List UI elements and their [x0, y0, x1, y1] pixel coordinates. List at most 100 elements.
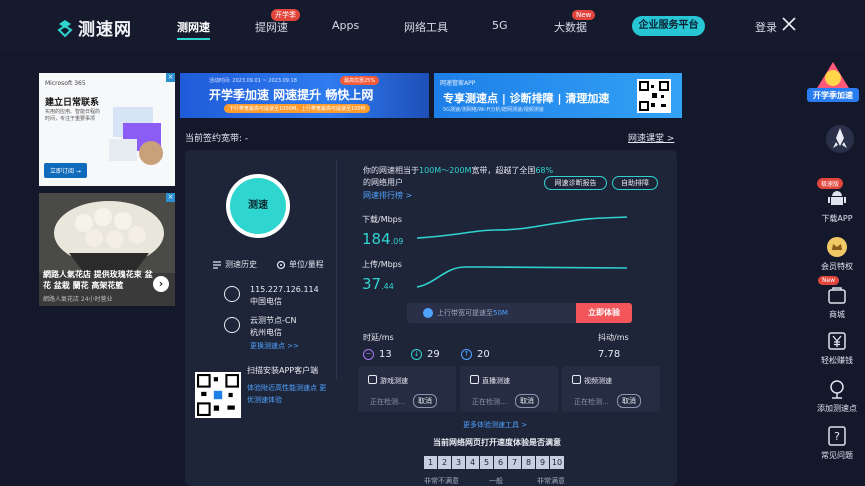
- upload-boost-bar: 上行带宽可提速至50M 立即体验: [407, 303, 632, 323]
- yen-icon: [828, 332, 846, 350]
- enterprise-button[interactable]: 企业服务平台: [632, 16, 705, 36]
- arrow-down-icon: ↓: [411, 349, 422, 360]
- help-icon: ?: [828, 426, 846, 446]
- ad-speed-app[interactable]: 网速管家APP 专享测速点 | 诊断排障 | 清理加速 5G测速/测网络/Wi-…: [434, 73, 682, 118]
- right-sidebar: 开学季加速 极速版 下载APP 会员特权 New 商城 轻松赚钱 添加测速点 ?…: [807, 58, 859, 486]
- cancel-button[interactable]: 取消: [617, 394, 641, 408]
- sidebar-mall[interactable]: New 商城: [807, 276, 865, 320]
- history-icon: [213, 260, 221, 269]
- nav-apps[interactable]: Apps: [332, 19, 359, 32]
- jitter-title: 抖动/ms: [598, 333, 629, 342]
- units-link[interactable]: 单位/量程: [276, 259, 324, 270]
- ad-close-icon[interactable]: ×: [166, 193, 175, 202]
- contract-bandwidth: 当前签约宽带: -: [185, 134, 249, 144]
- rating-option[interactable]: 4: [466, 456, 479, 469]
- test-name: 直播测速: [482, 377, 510, 385]
- ip-icon: [224, 286, 240, 302]
- self-repair-button[interactable]: 自助排障: [612, 176, 658, 190]
- ad-microsoft365[interactable]: × Microsoft 365 建立日常联系 实用的应用、智能日程的时间，专注于…: [39, 73, 175, 186]
- result-prefix: 你的网速相当于: [363, 166, 419, 175]
- top-nav: 测速网 测网速 开学季 提网速 Apps 网络工具 5G New 大数据 企业服…: [0, 0, 865, 52]
- rank-link[interactable]: 网速排行榜 >: [363, 190, 412, 201]
- ad-headline: 建立日常联系: [45, 98, 100, 108]
- ad-close-icon[interactable]: ×: [166, 73, 175, 82]
- boost-text-pre: 上行带宽可提速至: [437, 309, 493, 317]
- rating-option[interactable]: 9: [536, 456, 549, 469]
- close-icon[interactable]: [781, 16, 797, 32]
- shop-icon: [828, 287, 846, 304]
- login-link[interactable]: 登录: [755, 19, 777, 35]
- download-dec: .09: [390, 237, 404, 246]
- sidebar-label: 会员特权: [821, 262, 853, 271]
- latency-idle: ~13: [363, 349, 392, 360]
- app-qr-title: 扫描安装APP客户端: [247, 366, 319, 375]
- change-node-link[interactable]: 更换测速点 >>: [250, 341, 299, 351]
- ad-desc: 实用的应用、智能日程的时间，专注于重要事项: [45, 109, 101, 122]
- cancel-button[interactable]: 取消: [413, 394, 437, 408]
- ad-screens-image: [109, 107, 163, 165]
- nav-tools[interactable]: 网络工具: [404, 19, 448, 35]
- rating-option[interactable]: 6: [494, 456, 507, 469]
- rating-option[interactable]: 10: [550, 456, 564, 469]
- sidebar-faq[interactable]: ? 常见问题: [807, 425, 865, 461]
- rating-option[interactable]: 1: [424, 456, 437, 469]
- ad-flower-shop[interactable]: × 網路人氣花店 提供玫瑰花束 盆花 盆栽 蘭花 高架花籃 網路人氣花店 24小…: [39, 193, 175, 306]
- rating-option[interactable]: 3: [452, 456, 465, 469]
- nav-speedtest[interactable]: 测网速: [177, 19, 210, 40]
- cancel-button[interactable]: 取消: [515, 394, 539, 408]
- upload-dec: .44: [381, 282, 394, 291]
- rating-option[interactable]: 7: [508, 456, 521, 469]
- sidebar-download-app[interactable]: 极速版 下载APP: [807, 178, 865, 224]
- try-now-button[interactable]: 立即体验: [576, 303, 632, 323]
- rating-option[interactable]: 5: [480, 456, 493, 469]
- sidebar-vip[interactable]: 会员特权: [807, 236, 865, 272]
- ad-shop: 網路人氣花店 24小时营业: [43, 296, 113, 303]
- nav-5g[interactable]: 5G: [492, 19, 508, 32]
- ad-date: 活动时间: 2023.09.01 ~ 2023.09.18: [209, 78, 297, 84]
- flower-photo: [39, 193, 175, 273]
- test-status: 正在检测…: [574, 398, 609, 406]
- app-qr-desc[interactable]: 体验附近高性能测速点 更优测速体验: [247, 382, 327, 406]
- ip-info: 115.227.126.114 中国电信: [224, 284, 334, 306]
- video-icon: [572, 375, 581, 384]
- game-test-card: 游戏测速 正在检测… 取消: [358, 366, 456, 412]
- history-link[interactable]: 测速历史: [212, 259, 257, 270]
- nav-bigdata[interactable]: 大数据: [554, 19, 587, 35]
- sidebar-add-node[interactable]: 添加测速点: [807, 378, 865, 414]
- rating-option[interactable]: 2: [438, 456, 451, 469]
- ad-caption: 網路人氣花店 提供玫瑰花束 盆花 盆栽 蘭花 高架花籃: [43, 270, 153, 290]
- promo-banner[interactable]: 开学季加速: [807, 58, 859, 108]
- sidebar-earn[interactable]: 轻松赚钱: [807, 330, 865, 366]
- new-badge: New: [818, 276, 840, 285]
- download-curve: [416, 216, 628, 239]
- sidebar-label: 添加测速点: [817, 404, 857, 413]
- chevron-right-icon[interactable]: ›: [153, 276, 169, 292]
- logo-icon: [57, 19, 73, 37]
- video-test-card: 视频测速 正在检测… 取消: [562, 366, 660, 412]
- download-int: 184: [362, 230, 391, 248]
- upload-int: 37: [362, 275, 382, 293]
- rocket-icon[interactable]: [826, 124, 854, 154]
- upload-label: 上传/Mbps: [362, 260, 402, 269]
- rating-option[interactable]: 8: [522, 456, 535, 469]
- latency-up: ↑ 20: [461, 349, 490, 360]
- gear-icon: [276, 260, 286, 269]
- speed-course-link[interactable]: 网速课堂 >: [628, 131, 674, 144]
- diagnosis-report-button[interactable]: 网速诊断报告: [544, 176, 607, 190]
- globe-icon: [224, 317, 240, 333]
- ad-cta-button[interactable]: 立即订阅 →: [44, 163, 87, 178]
- logo[interactable]: 测速网: [56, 15, 132, 40]
- speed-version-badge: 极速版: [817, 178, 844, 189]
- ip-isp: 中国电信: [250, 297, 282, 306]
- logo-text: 测速网: [78, 20, 132, 40]
- more-tools-link[interactable]: 更多体验测速工具 >: [463, 420, 527, 430]
- rating-mid-label: 一般: [489, 477, 503, 485]
- nav-boost[interactable]: 提网速: [255, 19, 288, 35]
- start-test-button[interactable]: 测速: [230, 178, 286, 234]
- ip-address: 115.227.126.114: [250, 285, 319, 294]
- banner-text: 开学季加速: [813, 90, 853, 100]
- live-test-card: 直播测速 正在检测… 取消: [460, 366, 558, 412]
- rating-scale: 1 2 3 4 5 6 7 8 9 10: [424, 456, 564, 469]
- ad-tag: 下行带宽最高可提速至1000M，上行带宽最高可提速至100M: [224, 104, 370, 113]
- ad-speed-boost[interactable]: 活动时间: 2023.09.01 ~ 2023.09.18 最高优惠25% 开学…: [180, 73, 429, 118]
